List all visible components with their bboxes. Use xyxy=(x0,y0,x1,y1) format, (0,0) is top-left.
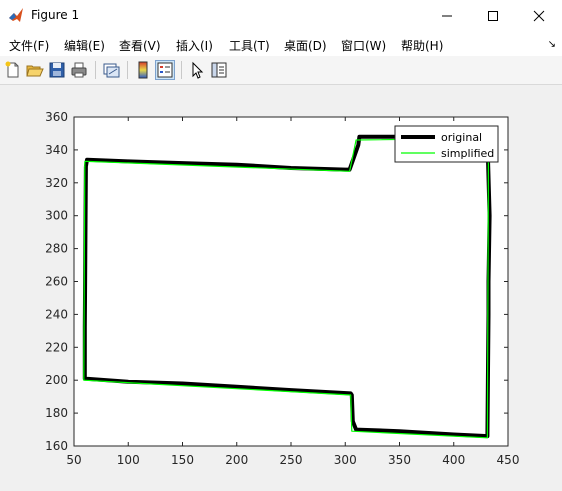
window-title: Figure 1 xyxy=(31,8,80,22)
insert-legend-icon xyxy=(157,62,173,78)
matlab-icon xyxy=(9,8,23,22)
plot-area[interactable]: 50 100 150 200 250 300 350 400 450 160 180 200 220 24… xyxy=(0,85,562,491)
menu-view[interactable]: 查看(V) xyxy=(119,37,161,54)
open-file-icon xyxy=(26,65,44,77)
y-tick-label: 220 xyxy=(45,340,68,354)
insert-colorbar-button[interactable] xyxy=(133,60,153,80)
x-tick-label: 400 xyxy=(442,453,465,467)
y-tick-label: 280 xyxy=(45,242,68,256)
x-tick-label: 250 xyxy=(280,453,303,467)
open-file-button[interactable] xyxy=(25,60,45,80)
close-button[interactable] xyxy=(516,0,562,31)
x-tick-label: 300 xyxy=(334,453,357,467)
legend[interactable]: original simplified xyxy=(394,125,499,163)
minimize-button[interactable] xyxy=(424,0,470,31)
print-icon xyxy=(71,62,87,78)
dock-arrow-icon[interactable]: ↘ xyxy=(548,39,556,50)
x-tick-label: 200 xyxy=(225,453,248,467)
menu-file[interactable]: 文件(F) xyxy=(9,37,49,54)
menu-tools[interactable]: 工具(T) xyxy=(229,37,270,54)
maximize-icon xyxy=(488,11,498,21)
save-icon xyxy=(49,62,65,78)
toolbar-separator xyxy=(95,61,96,79)
y-tick-label: 240 xyxy=(45,307,68,321)
print-button[interactable] xyxy=(69,60,89,80)
property-editor-button[interactable] xyxy=(209,60,229,80)
y-tick-label: 160 xyxy=(45,439,68,453)
menu-desktop[interactable]: 桌面(D) xyxy=(284,37,327,54)
minimize-icon xyxy=(442,15,452,17)
title-bar: Figure 1 xyxy=(0,0,562,31)
figure-canvas[interactable]: 50 100 150 200 250 300 350 400 450 160 180 200 220 24… xyxy=(0,85,562,491)
y-tick-label: 200 xyxy=(45,373,68,387)
toolbar-separator xyxy=(181,61,182,79)
menu-window[interactable]: 窗口(W) xyxy=(341,37,386,54)
new-figure-icon xyxy=(5,61,19,78)
legend-label-simplified: simplified xyxy=(441,147,494,160)
maximize-button[interactable] xyxy=(470,0,516,31)
edit-plot-button[interactable] xyxy=(187,60,207,80)
x-tick-label: 150 xyxy=(171,453,194,467)
property-editor-icon xyxy=(211,62,227,78)
save-button[interactable] xyxy=(47,60,67,80)
y-tick-label: 260 xyxy=(45,275,68,289)
close-icon xyxy=(533,10,545,22)
legend-label-original: original xyxy=(441,131,482,144)
y-tick-label: 320 xyxy=(45,176,68,190)
insert-legend-button[interactable] xyxy=(155,60,175,80)
x-tick-label: 100 xyxy=(117,453,140,467)
menu-edit[interactable]: 编辑(E) xyxy=(64,37,105,54)
menu-insert[interactable]: 插入(I) xyxy=(176,37,213,54)
link-plot-button[interactable] xyxy=(101,60,121,80)
insert-colorbar-icon xyxy=(138,61,148,79)
figure-toolbar xyxy=(0,56,562,85)
x-tick-label: 350 xyxy=(388,453,411,467)
link-plot-icon xyxy=(103,63,120,78)
menu-bar: 文件(F) 编辑(E) 查看(V) 插入(I) 工具(T) 桌面(D) 窗口(W… xyxy=(0,31,562,56)
toolbar-separator xyxy=(127,61,128,79)
y-tick-label: 300 xyxy=(45,209,68,223)
y-tick-label: 340 xyxy=(45,143,68,157)
edit-plot-icon xyxy=(192,61,204,79)
x-tick-label: 450 xyxy=(497,453,520,467)
new-figure-button[interactable] xyxy=(3,60,23,80)
y-tick-label: 360 xyxy=(45,110,68,124)
menu-help[interactable]: 帮助(H) xyxy=(401,37,443,54)
y-tick-label: 180 xyxy=(45,406,68,420)
x-tick-label: 50 xyxy=(66,453,81,467)
